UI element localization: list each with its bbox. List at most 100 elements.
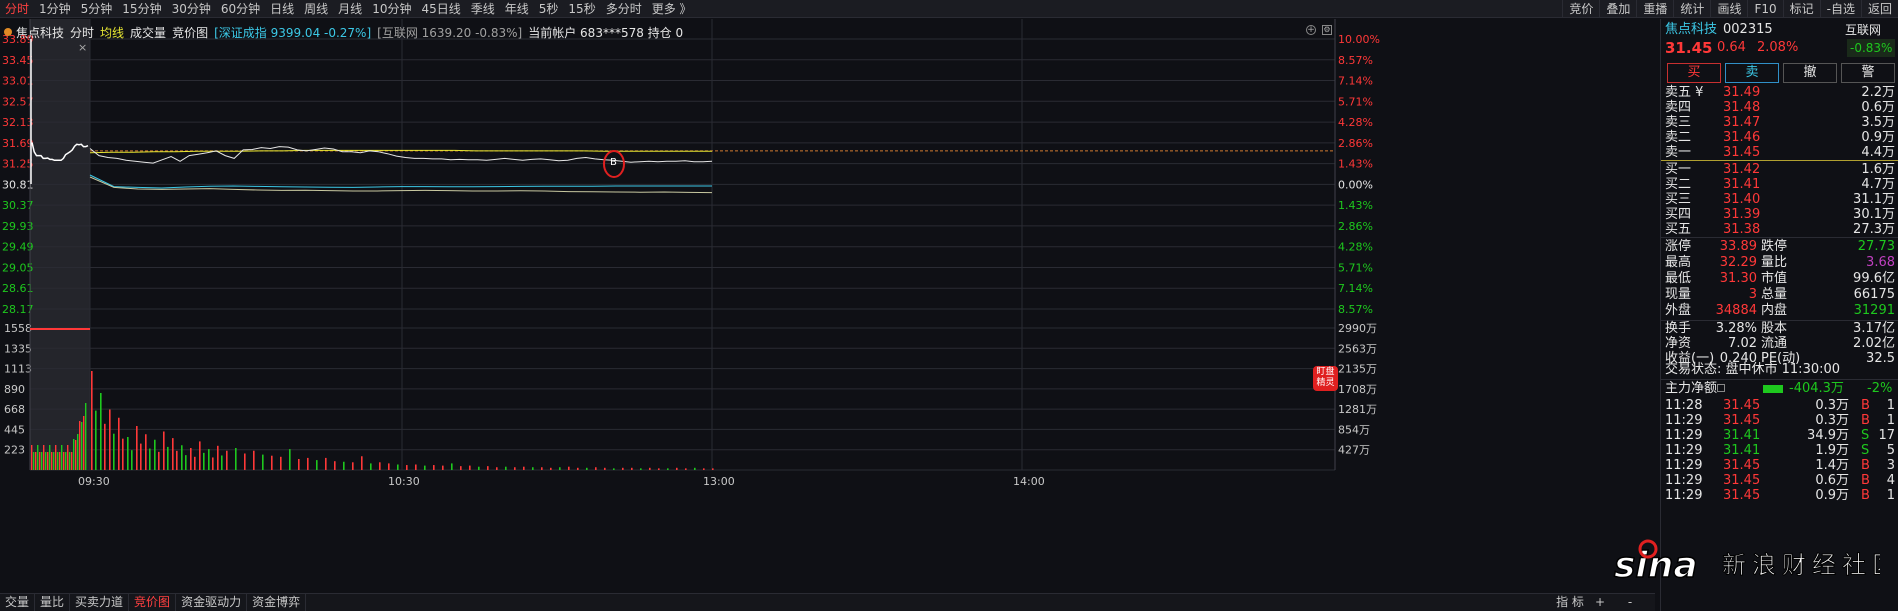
- bid-row[interactable]: 买三 31.40 31.1万: [1665, 192, 1895, 207]
- tick-time: 11:29: [1665, 443, 1703, 458]
- stat-label: 量比: [1761, 255, 1788, 270]
- bid-row[interactable]: 买一 31.42 1.6万: [1665, 162, 1895, 177]
- stat-value: 33.89: [1719, 239, 1757, 254]
- ask-volume: 4.4万: [1861, 145, 1895, 160]
- indicator-control-button[interactable]: 指 标: [1555, 594, 1585, 611]
- tick-volume: 0.3万: [1815, 413, 1849, 428]
- buy-button[interactable]: 买: [1667, 63, 1721, 83]
- indicator-tab[interactable]: 竞价图: [129, 594, 177, 611]
- chart-tool-button[interactable]: 画线: [1710, 0, 1747, 18]
- auction-volume-bar: [63, 452, 65, 470]
- indicator-control-button[interactable]: +: [1585, 594, 1615, 611]
- bid-volume: 27.3万: [1853, 222, 1895, 237]
- expand-icon[interactable]: +: [1306, 25, 1316, 35]
- ask-row[interactable]: 卖一 31.45 4.4万: [1665, 145, 1895, 160]
- indicator-tab[interactable]: 量比: [35, 594, 71, 611]
- indicator-tab[interactable]: 资金博弈: [247, 594, 307, 611]
- volume-bar: [649, 467, 651, 470]
- period-tab[interactable]: 多分时: [601, 0, 647, 18]
- period-tab[interactable]: 15秒: [563, 0, 600, 18]
- tick-time: 11:29: [1665, 413, 1703, 428]
- buy-marker-label: B: [610, 157, 617, 168]
- info-index-hlw[interactable]: [互联网 1639.20 -0.83%]: [377, 24, 522, 41]
- period-tab[interactable]: 15分钟: [117, 0, 166, 18]
- bid-row[interactable]: 买二 31.41 4.7万: [1665, 177, 1895, 192]
- tick-time: 11:29: [1665, 488, 1703, 503]
- volume-bar: [505, 466, 507, 470]
- stat-row: 换手 3.28% 股本 3.17亿: [1665, 321, 1895, 336]
- main-flow-info-icon[interactable]: [1717, 384, 1725, 392]
- stat-label: 市值: [1761, 271, 1788, 286]
- intraday-chart[interactable]: 33.89 10.00% 33.45 8.57% 33.01 7.14% 32.57 5.71…: [0, 19, 1655, 589]
- period-tab[interactable]: 更多 》: [647, 0, 697, 18]
- period-tab[interactable]: 季线: [466, 0, 500, 18]
- period-tab[interactable]: 日线: [265, 0, 299, 18]
- volume-bar: [262, 454, 264, 470]
- settings-icon[interactable]: ⚙: [1322, 25, 1332, 35]
- bid-row[interactable]: 买四 31.39 30.1万: [1665, 207, 1895, 222]
- chart-canvas[interactable]: 33.89 10.00%33.45 8.57%33.01 7.14%32.57 5.71…: [0, 19, 1655, 589]
- chart-tool-button[interactable]: F10: [1747, 0, 1782, 18]
- volume-bar: [104, 423, 106, 470]
- chart-tool-button[interactable]: 返回: [1860, 0, 1898, 18]
- info-mode[interactable]: 分时: [70, 24, 94, 41]
- close-auction-icon[interactable]: ×: [78, 41, 87, 54]
- bid-row[interactable]: 买五 31.38 27.3万: [1665, 222, 1895, 237]
- period-tab[interactable]: 周线: [299, 0, 333, 18]
- chart-tool-button[interactable]: 统计: [1673, 0, 1710, 18]
- period-tab[interactable]: 30分钟: [167, 0, 216, 18]
- chart-tool-button[interactable]: 重播: [1636, 0, 1673, 18]
- info-avg-label[interactable]: 均线: [100, 24, 124, 41]
- volume-bar: [190, 448, 192, 470]
- indicator-tab[interactable]: 买卖力道: [70, 594, 130, 611]
- ask-row[interactable]: 卖四 31.48 0.6万: [1665, 100, 1895, 115]
- quote-sector[interactable]: 互联网: [1845, 21, 1881, 39]
- volume-bar: [158, 451, 160, 470]
- info-index-sz[interactable]: [深证成指 9399.04 -0.27%]: [214, 24, 371, 41]
- period-tab[interactable]: 1分钟: [34, 0, 76, 18]
- period-tab[interactable]: 5秒: [534, 0, 564, 18]
- indicator-tab[interactable]: 资金驱动力: [176, 594, 248, 611]
- tick-count: 1: [1886, 413, 1895, 428]
- period-tab[interactable]: 60分钟: [216, 0, 265, 18]
- pct-tick-label: 7.14%: [1338, 75, 1373, 88]
- volume-bar: [226, 450, 228, 470]
- ask-row[interactable]: 卖二 31.46 0.9万: [1665, 130, 1895, 145]
- info-volume-label[interactable]: 成交量: [130, 24, 166, 41]
- pct-tick-label: 7.14%: [1338, 282, 1373, 295]
- stat-label: 股本: [1761, 321, 1788, 336]
- period-tab[interactable]: 分时: [0, 0, 34, 18]
- badge-line2: 精灵: [1316, 378, 1335, 388]
- bid-label: 买一: [1665, 162, 1692, 177]
- bid-volume: 1.6万: [1861, 162, 1895, 177]
- volume-bar: [325, 457, 327, 470]
- chart-tool-button[interactable]: 标记: [1782, 0, 1820, 18]
- volume-bar: [640, 468, 642, 470]
- ask-row[interactable]: 卖三 31.47 3.5万: [1665, 115, 1895, 130]
- indicator-tab[interactable]: 交量: [0, 594, 36, 611]
- stat-value: 3: [1748, 287, 1757, 302]
- chart-tool-button[interactable]: 竞价: [1562, 0, 1599, 18]
- period-tab[interactable]: 月线: [333, 0, 367, 18]
- quote-stock-name[interactable]: 焦点科技: [1665, 21, 1717, 39]
- cancel-order-button[interactable]: 撤: [1783, 63, 1837, 83]
- tick-price: 31.41: [1723, 428, 1761, 443]
- indicator-control-button[interactable]: -: [1615, 594, 1645, 611]
- main-flow-label[interactable]: 主力净额: [1665, 380, 1717, 398]
- quote-price-row: 31.45 0.64 2.08% -0.83%: [1665, 39, 1896, 57]
- tick-row: 11:29 31.41 34.9万 S 17: [1665, 428, 1895, 443]
- sell-button[interactable]: 卖: [1725, 63, 1779, 83]
- period-tab[interactable]: 10分钟: [367, 0, 416, 18]
- dingpan-badge[interactable]: 盯盘 精灵: [1313, 366, 1338, 391]
- period-tab[interactable]: 45日线: [416, 0, 465, 18]
- volume-bar: [352, 462, 354, 470]
- volume-amount-label: 427万: [1338, 444, 1370, 457]
- info-auction-label[interactable]: 竞价图: [172, 24, 208, 41]
- period-tab[interactable]: 5分钟: [76, 0, 118, 18]
- chart-tool-button[interactable]: -自选: [1819, 0, 1861, 18]
- period-tab[interactable]: 年线: [500, 0, 534, 18]
- ask-row[interactable]: 卖五 ¥ 31.49 2.2万: [1665, 85, 1895, 100]
- ask-volume: 3.5万: [1861, 115, 1895, 130]
- alert-button[interactable]: 警: [1841, 63, 1895, 83]
- chart-tool-button[interactable]: 叠加: [1599, 0, 1636, 18]
